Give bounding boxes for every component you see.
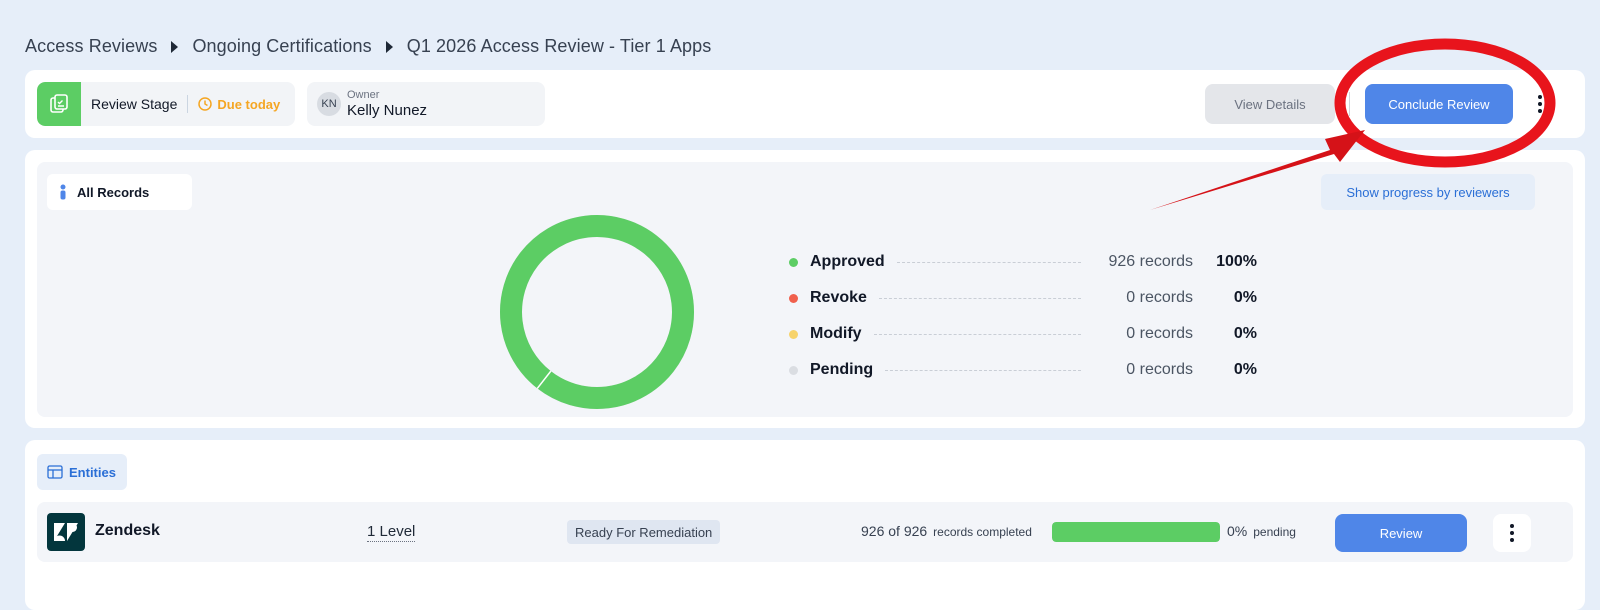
entity-name[interactable]: Zendesk bbox=[95, 522, 160, 540]
entities-section: Entities Zendesk 1 Level Ready For Remed… bbox=[25, 440, 1585, 610]
more-options-icon[interactable] bbox=[1533, 90, 1547, 118]
records-completed: 926 of 926 records completed bbox=[861, 523, 1032, 539]
summary-panel: All Records Show progress by reviewers A… bbox=[37, 162, 1573, 417]
legend-percent: 0% bbox=[1233, 289, 1257, 306]
pending-suffix: pending bbox=[1253, 525, 1296, 539]
chevron-right-icon bbox=[171, 40, 179, 53]
divider bbox=[1349, 92, 1350, 116]
person-icon bbox=[60, 184, 66, 200]
legend-count: 0 records bbox=[1126, 289, 1193, 306]
review-stage-label: Review Stage bbox=[91, 96, 178, 112]
zendesk-logo-icon bbox=[47, 513, 85, 551]
tab-entities-label: Entities bbox=[69, 464, 116, 480]
owner-name: Kelly Nunez bbox=[347, 102, 428, 119]
status-badge: Ready For Remediation bbox=[567, 520, 721, 544]
all-records-label: All Records bbox=[77, 184, 150, 200]
chevron-right-icon bbox=[385, 40, 393, 53]
review-stage: Review Stage Due today bbox=[37, 82, 295, 126]
legend-label: Modify bbox=[810, 325, 862, 342]
more-options-icon[interactable] bbox=[1493, 514, 1531, 552]
pending-percent: 0% bbox=[1227, 523, 1248, 539]
progress-bar bbox=[1052, 522, 1220, 542]
owner-info: KN Owner Kelly Nunez bbox=[307, 82, 545, 126]
review-stage-icon bbox=[37, 82, 81, 126]
legend-item-pending: Pending 0 records 0% bbox=[787, 352, 1257, 388]
legend-percent: 0% bbox=[1233, 325, 1257, 342]
owner-caption: Owner bbox=[347, 89, 380, 101]
donut-slice-approved bbox=[500, 215, 694, 409]
legend-count: 0 records bbox=[1126, 361, 1193, 378]
table-row: Zendesk 1 Level Ready For Remediation 92… bbox=[37, 502, 1573, 562]
legend-count: 0 records bbox=[1126, 325, 1193, 342]
legend-label: Pending bbox=[810, 361, 874, 378]
modify-dot bbox=[789, 329, 798, 339]
tab-entities[interactable]: Entities bbox=[37, 454, 127, 490]
all-records-filter[interactable]: All Records bbox=[47, 174, 192, 210]
due-label: Due today bbox=[217, 96, 281, 112]
legend-percent: 0% bbox=[1233, 361, 1257, 378]
legend-item-modify: Modify 0 records 0% bbox=[787, 316, 1257, 352]
breadcrumb-ongoing-certifications[interactable]: Ongoing Certifications bbox=[192, 36, 371, 57]
legend-item-approved: Approved 926 records 100% bbox=[787, 244, 1257, 280]
breadcrumb-access-reviews[interactable]: Access Reviews bbox=[25, 36, 157, 57]
breadcrumb: Access Reviews Ongoing Certifications Q1… bbox=[25, 36, 711, 57]
progress-bar-fill bbox=[1052, 522, 1220, 542]
show-progress-by-reviewers-button[interactable]: Show progress by reviewers bbox=[1321, 174, 1535, 210]
records-summary: All Records Show progress by reviewers A… bbox=[25, 150, 1585, 428]
conclude-review-button[interactable]: Conclude Review bbox=[1365, 84, 1513, 124]
revoke-dot bbox=[789, 293, 798, 303]
avatar: KN bbox=[317, 92, 341, 116]
status-donut-chart bbox=[500, 215, 694, 409]
legend-label: Approved bbox=[810, 253, 885, 270]
legend-percent: 100% bbox=[1216, 253, 1257, 270]
entity-level[interactable]: 1 Level bbox=[367, 523, 416, 542]
completed-suffix: records completed bbox=[933, 525, 1032, 539]
pending-dot bbox=[789, 365, 798, 375]
pending-status: 0% pending bbox=[1227, 523, 1296, 539]
legend-count: 926 records bbox=[1108, 253, 1194, 270]
clock-icon bbox=[198, 97, 213, 111]
breadcrumb-current-review: Q1 2026 Access Review - Tier 1 Apps bbox=[406, 36, 712, 56]
view-details-button[interactable]: View Details bbox=[1205, 84, 1335, 124]
divider bbox=[187, 95, 189, 113]
review-header: Review Stage Due today KN Owner Kelly Nu… bbox=[25, 70, 1585, 138]
approved-dot bbox=[789, 257, 798, 267]
review-button[interactable]: Review bbox=[1335, 514, 1467, 552]
completed-count: 926 of 926 bbox=[861, 523, 928, 539]
legend-item-revoke: Revoke 0 records 0% bbox=[787, 280, 1257, 316]
status-legend: Approved 926 records 100% Revoke 0 recor… bbox=[787, 244, 1257, 388]
due-status: Due today bbox=[198, 97, 280, 112]
table-icon bbox=[47, 465, 63, 479]
legend-label: Revoke bbox=[810, 289, 867, 306]
